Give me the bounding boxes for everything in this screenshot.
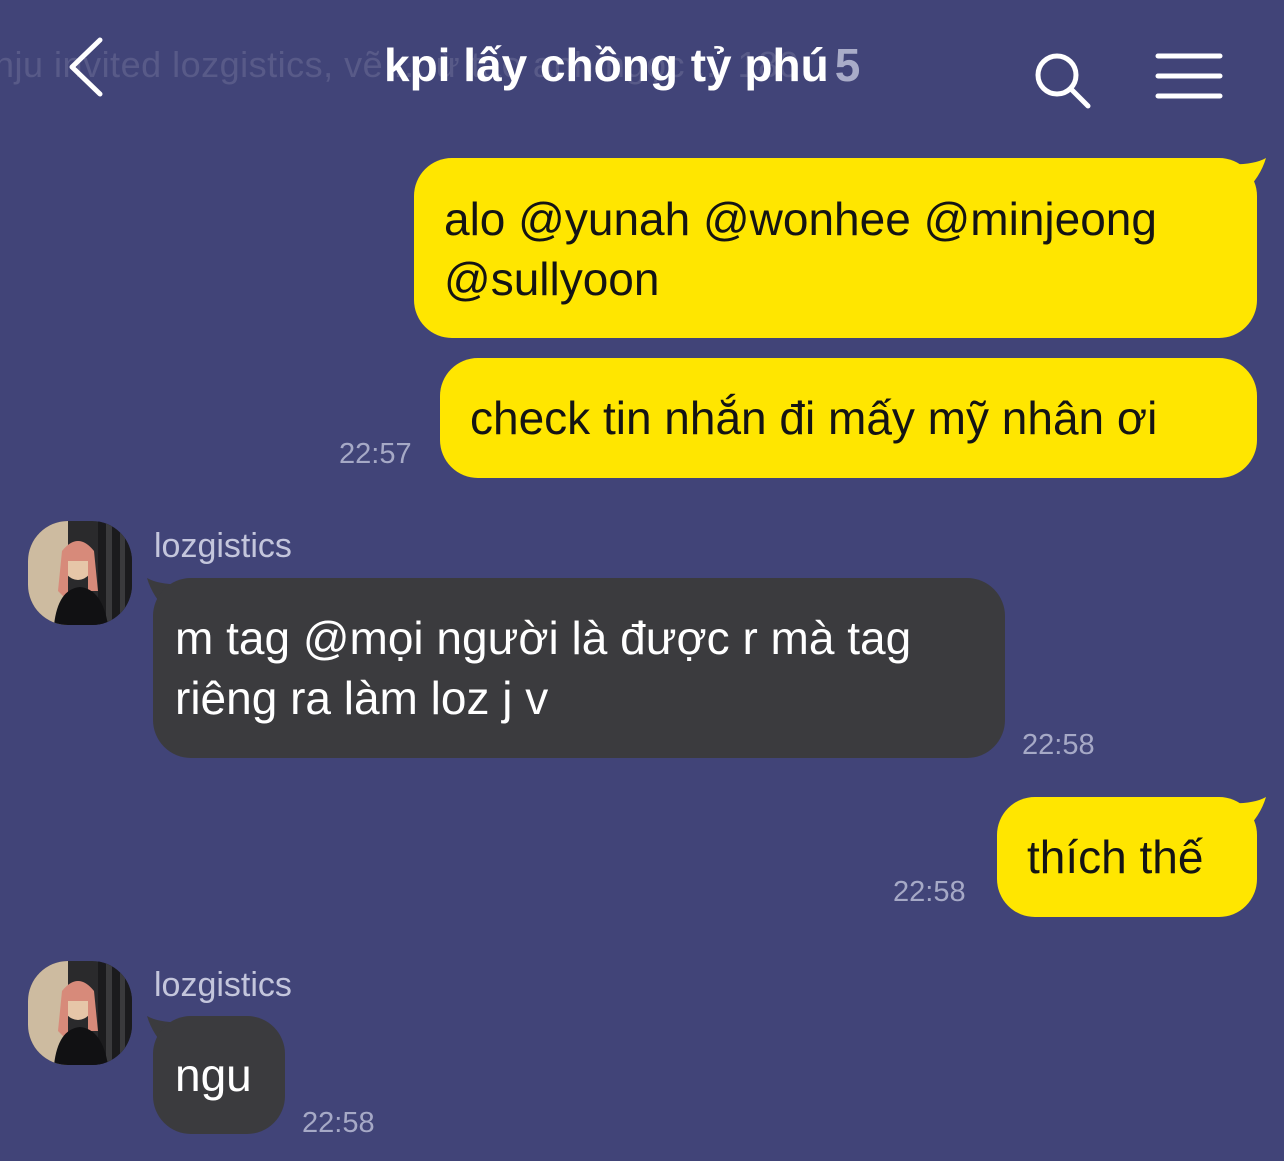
their-message-bubble[interactable]: m tag @mọi người là được r mà tag riêng …: [153, 578, 1005, 758]
sender-name: lozgistics: [154, 527, 292, 565]
hamburger-menu-icon: [1155, 53, 1223, 99]
message-line: m tag @mọi người là được r mà tag: [175, 612, 912, 664]
back-button[interactable]: [60, 32, 120, 102]
chat-title[interactable]: kpi lấy chồng tỷ phú 5: [384, 38, 860, 92]
chat-title-text: kpi lấy chồng tỷ phú: [384, 39, 829, 91]
sender-name: lozgistics: [154, 966, 292, 1004]
message-line: check tin nhắn đi mấy mỹ nhân ơi: [470, 392, 1158, 444]
search-icon: [1035, 53, 1091, 109]
chat-header: nju invited lozgistics, vẽ ... ừ tao anh…: [0, 0, 1284, 130]
message-timestamp: 22:58: [302, 1107, 375, 1139]
avatar[interactable]: [28, 961, 132, 1065]
message-timestamp: 22:58: [1022, 729, 1095, 761]
member-count: 5: [834, 39, 861, 91]
menu-button[interactable]: [1154, 50, 1224, 102]
message-timestamp: 22:57: [339, 438, 412, 470]
my-message-bubble[interactable]: alo @yunah @wonhee @minjeong @sullyoon: [414, 158, 1257, 338]
my-bubble-tail: [1222, 158, 1266, 192]
message-line: thích thế: [1027, 831, 1204, 883]
my-bubble-tail: [1222, 797, 1266, 831]
message-line: @sullyoon: [444, 253, 660, 305]
avatar[interactable]: [28, 521, 132, 625]
my-message-bubble[interactable]: thích thế: [997, 797, 1257, 917]
their-message-bubble[interactable]: ngu: [153, 1016, 285, 1134]
message-line: riêng ra làm loz j v: [175, 672, 549, 724]
message-timestamp: 22:58: [893, 876, 966, 908]
message-line: ngu: [175, 1049, 252, 1101]
chevron-left-icon: [69, 37, 103, 97]
my-message-bubble[interactable]: check tin nhắn đi mấy mỹ nhân ơi: [440, 358, 1257, 478]
message-line: alo @yunah @wonhee @minjeong: [444, 193, 1157, 245]
search-button[interactable]: [1030, 48, 1094, 112]
